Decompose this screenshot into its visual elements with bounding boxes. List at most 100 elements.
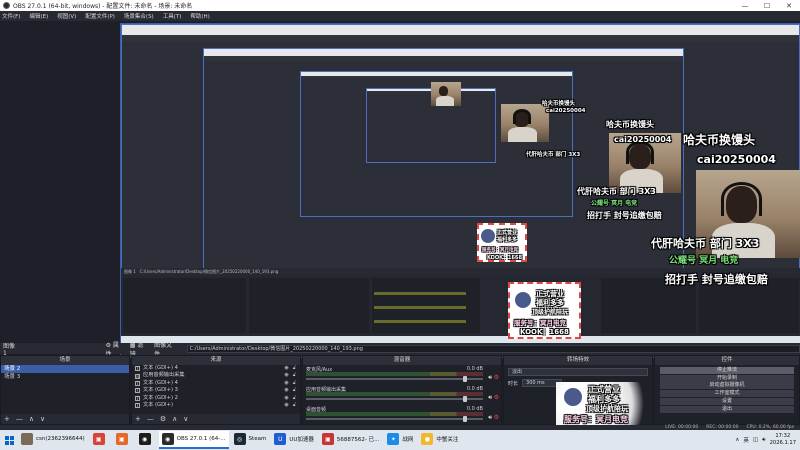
- visibility-eye-icon[interactable]: ◉: [284, 387, 288, 394]
- clock[interactable]: 17:32 2026.1.17: [770, 433, 796, 447]
- minimize-button[interactable]: —: [734, 2, 756, 10]
- overlay-id-3: cai20250004: [546, 108, 586, 114]
- app-icon: [21, 433, 33, 445]
- move-scene-down-button[interactable]: ∨: [40, 415, 45, 423]
- move-scene-up-button[interactable]: ∧: [29, 415, 34, 423]
- exit-button[interactable]: 退出: [660, 405, 794, 413]
- stop-streaming-button[interactable]: 停止推流: [660, 366, 794, 374]
- remove-source-button[interactable]: —: [147, 415, 154, 423]
- start-virtual-camera-button[interactable]: 启动虚拟摄像机: [660, 382, 794, 390]
- visibility-eye-icon[interactable]: ◉: [284, 395, 288, 402]
- volume-fader[interactable]: [306, 376, 483, 382]
- remove-scene-button[interactable]: —: [16, 415, 23, 423]
- preview-area[interactable]: 图像 1 C:/Users/Administrator/Desktop/微信图片…: [0, 21, 800, 358]
- menu-view[interactable]: 视图(V): [57, 12, 76, 20]
- speaker-icon[interactable]: 🔊︎: [488, 394, 492, 402]
- taskbar-item[interactable]: csn(2362396644): [18, 431, 88, 449]
- gear-icon[interactable]: ⚙: [494, 394, 499, 401]
- move-source-up-button[interactable]: ∧: [172, 415, 177, 423]
- taskbar-item[interactable]: ✦ 战网: [384, 431, 416, 449]
- promo-badge: 正式营业 福利多多 顶级护航陪玩 服务号：冥月电竞 KOOK：1668: [508, 282, 581, 339]
- overlay-id: cai20250004: [697, 153, 776, 166]
- input-language[interactable]: 英: [743, 436, 749, 444]
- speaker-icon[interactable]: 🔊︎: [488, 374, 492, 382]
- visibility-eye-icon[interactable]: ◉: [284, 365, 288, 372]
- menu-help[interactable]: 帮助(H): [190, 12, 209, 20]
- taskbar-item[interactable]: ▣: [90, 431, 111, 449]
- menu-edit[interactable]: 编辑(E): [29, 12, 48, 20]
- taskbar-item[interactable]: ◉: [136, 431, 157, 449]
- overlay-title: 哈夫币换馒头: [683, 133, 756, 147]
- settings-button[interactable]: 设置: [660, 397, 794, 405]
- promo-badge-nested: 正式营业 福利多多 服务号：冥月电竞 KOOK：1668: [477, 223, 527, 262]
- image-path-field[interactable]: C:/Users/Administrator/Desktop/微信图片_2025…: [186, 344, 800, 353]
- fader-knob[interactable]: [463, 376, 468, 382]
- start-recording-button[interactable]: 开始录制: [660, 374, 794, 382]
- add-source-button[interactable]: +: [135, 415, 141, 423]
- source-item[interactable]: T 文本 (GDI+) 2 ◉ 🔓︎: [132, 395, 300, 402]
- transitions-body: 淡出 时长 300 ms 正式营业 福利多多 顶级护航陪玩 服务号：冥月电竞 K…: [504, 365, 656, 436]
- badge-nested-l1: 正式营业: [497, 230, 518, 236]
- visibility-eye-icon[interactable]: ◉: [284, 402, 288, 409]
- app-icon: ▣: [92, 433, 105, 445]
- audio-source-icon: ⊟: [135, 373, 140, 379]
- duration-label: 时长: [508, 380, 519, 387]
- taskbar-item[interactable]: ▣ 56887562- 已...: [319, 431, 382, 449]
- volume-icon[interactable]: 🔊︎: [762, 437, 765, 444]
- lock-icon[interactable]: 🔓︎: [293, 387, 296, 394]
- steam-icon: ◎: [233, 433, 246, 445]
- lock-icon[interactable]: 🔓︎: [293, 372, 296, 379]
- menu-scene-collection[interactable]: 场景集合(S): [124, 12, 154, 20]
- volume-fader[interactable]: [306, 396, 483, 402]
- lock-icon[interactable]: 🔓︎: [293, 365, 296, 372]
- source-label: 应用音频输出采集: [143, 372, 185, 379]
- taskbar-item-obs[interactable]: ◉ OBS 27.0.1 (64-...: [158, 431, 229, 449]
- title-bar: OBS 27.0.1 (64-bit, windows) - 配置文件: 未命名…: [0, 0, 800, 11]
- taskbar-item[interactable]: U UU加速器: [271, 431, 317, 449]
- scenes-list: 场景 2 场景 3: [1, 365, 129, 414]
- menu-file[interactable]: 文件(F): [2, 12, 20, 20]
- scene-item[interactable]: 场景 3: [1, 373, 129, 381]
- fader-knob[interactable]: [463, 396, 468, 402]
- close-button[interactable]: ✕: [778, 2, 800, 10]
- menu-profile[interactable]: 配置文件(P): [85, 12, 115, 20]
- volume-meter: [306, 372, 483, 376]
- volume-fader[interactable]: [306, 416, 483, 422]
- source-settings-button[interactable]: ⚙: [160, 415, 166, 423]
- taskbar-label: 战网: [402, 437, 414, 443]
- taskbar-label: csn(2362396644): [36, 436, 85, 442]
- transition-select[interactable]: 淡出: [508, 368, 648, 376]
- transitions-title: 转场特效: [504, 356, 652, 365]
- overlay-line2-2: 公耀号 冥月 电竞: [591, 200, 638, 207]
- maximize-button[interactable]: ☐: [756, 2, 778, 10]
- source-item[interactable]: ⊟ 应用音频输出采集 ◉ 🔓︎: [132, 372, 300, 379]
- lock-icon[interactable]: 🔓︎: [293, 380, 296, 387]
- lock-icon[interactable]: 🔓︎: [293, 402, 296, 409]
- add-scene-button[interactable]: +: [4, 415, 10, 423]
- lock-icon[interactable]: 🔓︎: [293, 395, 296, 402]
- network-icon[interactable]: ◫: [753, 437, 758, 443]
- tray-chevron-icon[interactable]: ∧: [735, 437, 739, 443]
- gear-icon[interactable]: ⚙: [494, 374, 499, 381]
- visibility-eye-icon[interactable]: ◉: [284, 380, 288, 387]
- scenes-toolbar: + — ∧ ∨: [1, 414, 129, 424]
- speaker-icon[interactable]: 🔊︎: [488, 414, 492, 422]
- taskbar-item-steam[interactable]: ◎ Steam: [231, 431, 270, 449]
- taskbar-item[interactable]: ● 中蟹关注: [418, 431, 461, 449]
- gear-icon[interactable]: ⚙: [494, 414, 499, 421]
- taskbar-item[interactable]: ▣: [113, 431, 134, 449]
- visibility-eye-icon[interactable]: ◉: [284, 372, 288, 379]
- start-button[interactable]: [0, 430, 18, 450]
- source-item[interactable]: T 文本 (GDI+) ◉ 🔓︎: [132, 402, 300, 409]
- studio-mode-button[interactable]: 工作室模式: [660, 390, 794, 398]
- mascot-avatar: [562, 386, 584, 408]
- menu-tools[interactable]: 工具(T): [163, 12, 182, 20]
- scene-item[interactable]: 场景 2: [1, 365, 129, 373]
- text-source-icon: T: [135, 388, 140, 394]
- move-source-down-button[interactable]: ∨: [183, 415, 188, 423]
- fader-knob[interactable]: [463, 416, 468, 422]
- overlay-line3: 招打手 封号追缴包赔: [665, 273, 768, 286]
- preview-canvas[interactable]: 图像 1 C:/Users/Administrator/Desktop/微信图片…: [120, 23, 800, 358]
- source-item[interactable]: T 文本 (GDI+) 3 ◉ 🔓︎: [132, 387, 300, 394]
- clock-time: 17:32: [775, 433, 791, 439]
